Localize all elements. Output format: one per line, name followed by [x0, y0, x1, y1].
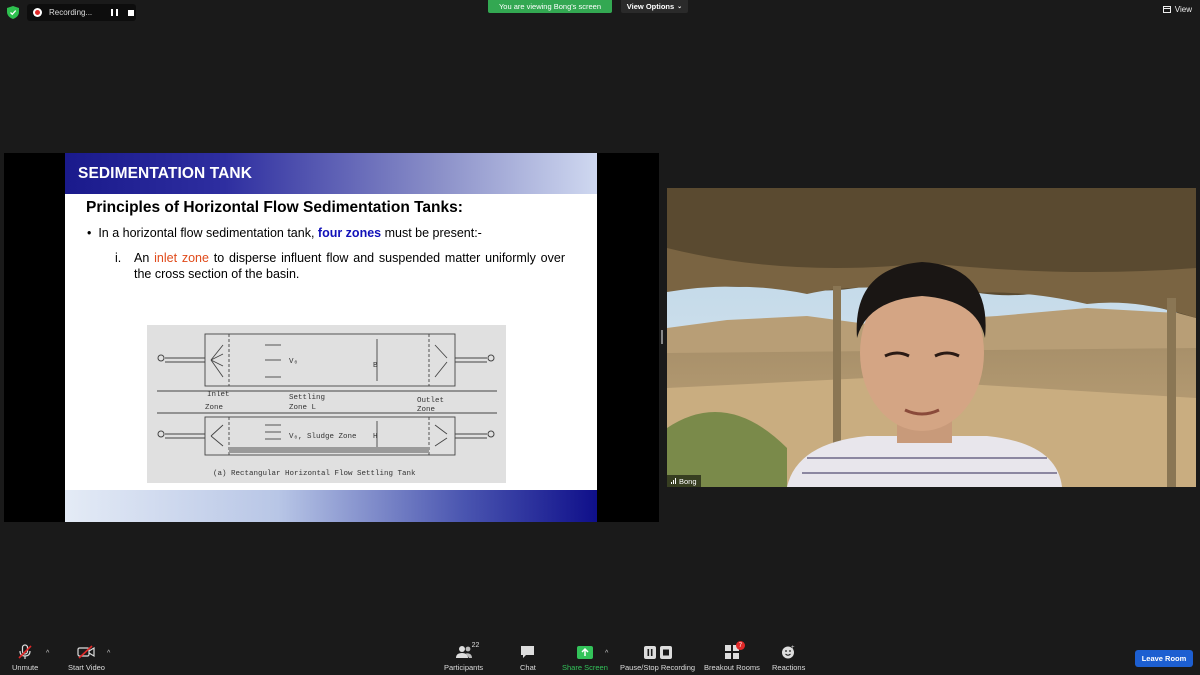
reactions-button[interactable]: + Reactions: [772, 645, 805, 672]
reactions-icon: +: [781, 645, 796, 659]
participant-video-feed: [667, 188, 1196, 487]
microphone-muted-icon: [17, 644, 33, 659]
audio-options-caret-icon[interactable]: ^: [46, 650, 49, 657]
view-button[interactable]: View: [1162, 5, 1192, 14]
svg-text:+: +: [791, 645, 795, 651]
stop-recording-icon[interactable]: [128, 9, 135, 16]
signal-strength-icon: [671, 478, 676, 484]
pause-stop-recording-button[interactable]: Pause/Stop Recording: [620, 645, 695, 672]
recording-indicator: Recording...: [27, 4, 136, 21]
slide-footer-bar: [65, 490, 597, 522]
breakout-rooms-icon: 7: [724, 641, 745, 659]
shared-screen: SEDIMENTATION TANK Principles of Horizon…: [4, 153, 659, 522]
sub-bullet-number: i.: [115, 251, 122, 265]
sub-highlight: inlet zone: [154, 251, 209, 265]
grid-view-icon: [1162, 6, 1171, 13]
reactions-label: Reactions: [772, 663, 806, 672]
diagram-outlet-label-2: Zone: [417, 406, 435, 414]
unmute-label: Unmute: [12, 663, 39, 672]
resize-handle[interactable]: [661, 330, 663, 344]
diagram-inlet-label: Inlet: [207, 391, 230, 399]
view-label: View: [1174, 5, 1192, 14]
breakout-rooms-label: Breakout Rooms: [704, 663, 760, 672]
breakout-rooms-badge: 7: [735, 641, 745, 650]
slide-bullet: • In a horizontal flow sedimentation tan…: [87, 226, 482, 240]
leave-room-button[interactable]: Leave Room: [1135, 650, 1193, 667]
view-options-button[interactable]: View Options ⌄: [621, 0, 688, 13]
settling-tank-diagram: Inlet Zone Settling Zone L Outlet Zone V…: [147, 325, 506, 483]
participant-name-tag: Bong: [667, 475, 701, 487]
bullet-suffix: must be present:-: [381, 226, 482, 240]
presentation-slide: SEDIMENTATION TANK Principles of Horizon…: [65, 153, 597, 522]
chat-button[interactable]: Chat: [520, 645, 536, 672]
chevron-down-icon: ⌄: [677, 4, 683, 10]
recording-dot-icon: [33, 8, 42, 17]
chat-icon: [520, 645, 535, 659]
participants-label: Participants: [444, 663, 484, 672]
recording-label: Recording...: [49, 8, 93, 17]
bullet-prefix: In a horizontal flow sedimentation tank,: [98, 226, 318, 240]
start-video-label: Start Video: [68, 663, 105, 672]
diagram-settling-label-2: Zone L: [289, 404, 317, 412]
sub-prefix: An: [134, 251, 155, 265]
video-off-icon: [77, 645, 96, 659]
pause-recording-icon[interactable]: [111, 9, 119, 16]
participants-icon: 22: [455, 642, 479, 659]
chat-label: Chat: [520, 663, 536, 672]
share-screen-button[interactable]: Share Screen: [562, 645, 608, 672]
share-options-caret-icon[interactable]: ^: [605, 650, 608, 657]
slide-header-title: SEDIMENTATION TANK: [78, 165, 253, 182]
diagram-outlet-label: Outlet: [417, 397, 444, 405]
view-options-label: View Options: [626, 2, 675, 11]
participants-button[interactable]: 22 Participants: [444, 642, 484, 672]
start-video-button[interactable]: Start Video: [68, 645, 105, 672]
breakout-rooms-button[interactable]: 7 Breakout Rooms: [704, 641, 760, 672]
share-screen-label: Share Screen: [562, 663, 608, 672]
security-shield-icon[interactable]: [7, 6, 19, 19]
slide-sub-bullet: i. An inlet zone to disperse influent fl…: [115, 250, 565, 282]
unmute-button[interactable]: Unmute: [12, 644, 39, 672]
bullet-highlight: four zones: [317, 226, 382, 240]
slide-heading: Principles of Horizontal Flow Sedimentat…: [86, 199, 463, 216]
participant-video-tile[interactable]: Bong: [667, 188, 1196, 487]
participant-name: Bong: [679, 476, 697, 486]
participants-count: 22: [471, 642, 480, 649]
viewing-screen-banner: You are viewing Bong's screen: [488, 0, 612, 13]
diagram-b-label: B: [373, 362, 378, 370]
share-screen-icon: [576, 645, 593, 659]
pause-stop-icon: [643, 645, 672, 659]
bullet-dot: •: [87, 226, 99, 240]
video-options-caret-icon[interactable]: ^: [107, 650, 110, 657]
pause-stop-recording-label: Pause/Stop Recording: [620, 663, 696, 672]
diagram-caption: (a) Rectangular Horizontal Flow Settling…: [213, 470, 416, 478]
diagram-vo-label: V₀: [289, 358, 298, 366]
diagram-settling-label: Settling: [289, 394, 325, 402]
diagram-h-label: H: [373, 433, 378, 441]
diagram-sludge-label: V₀, Sludge Zone: [289, 433, 357, 441]
diagram-inlet-label-2: Zone: [205, 404, 223, 412]
